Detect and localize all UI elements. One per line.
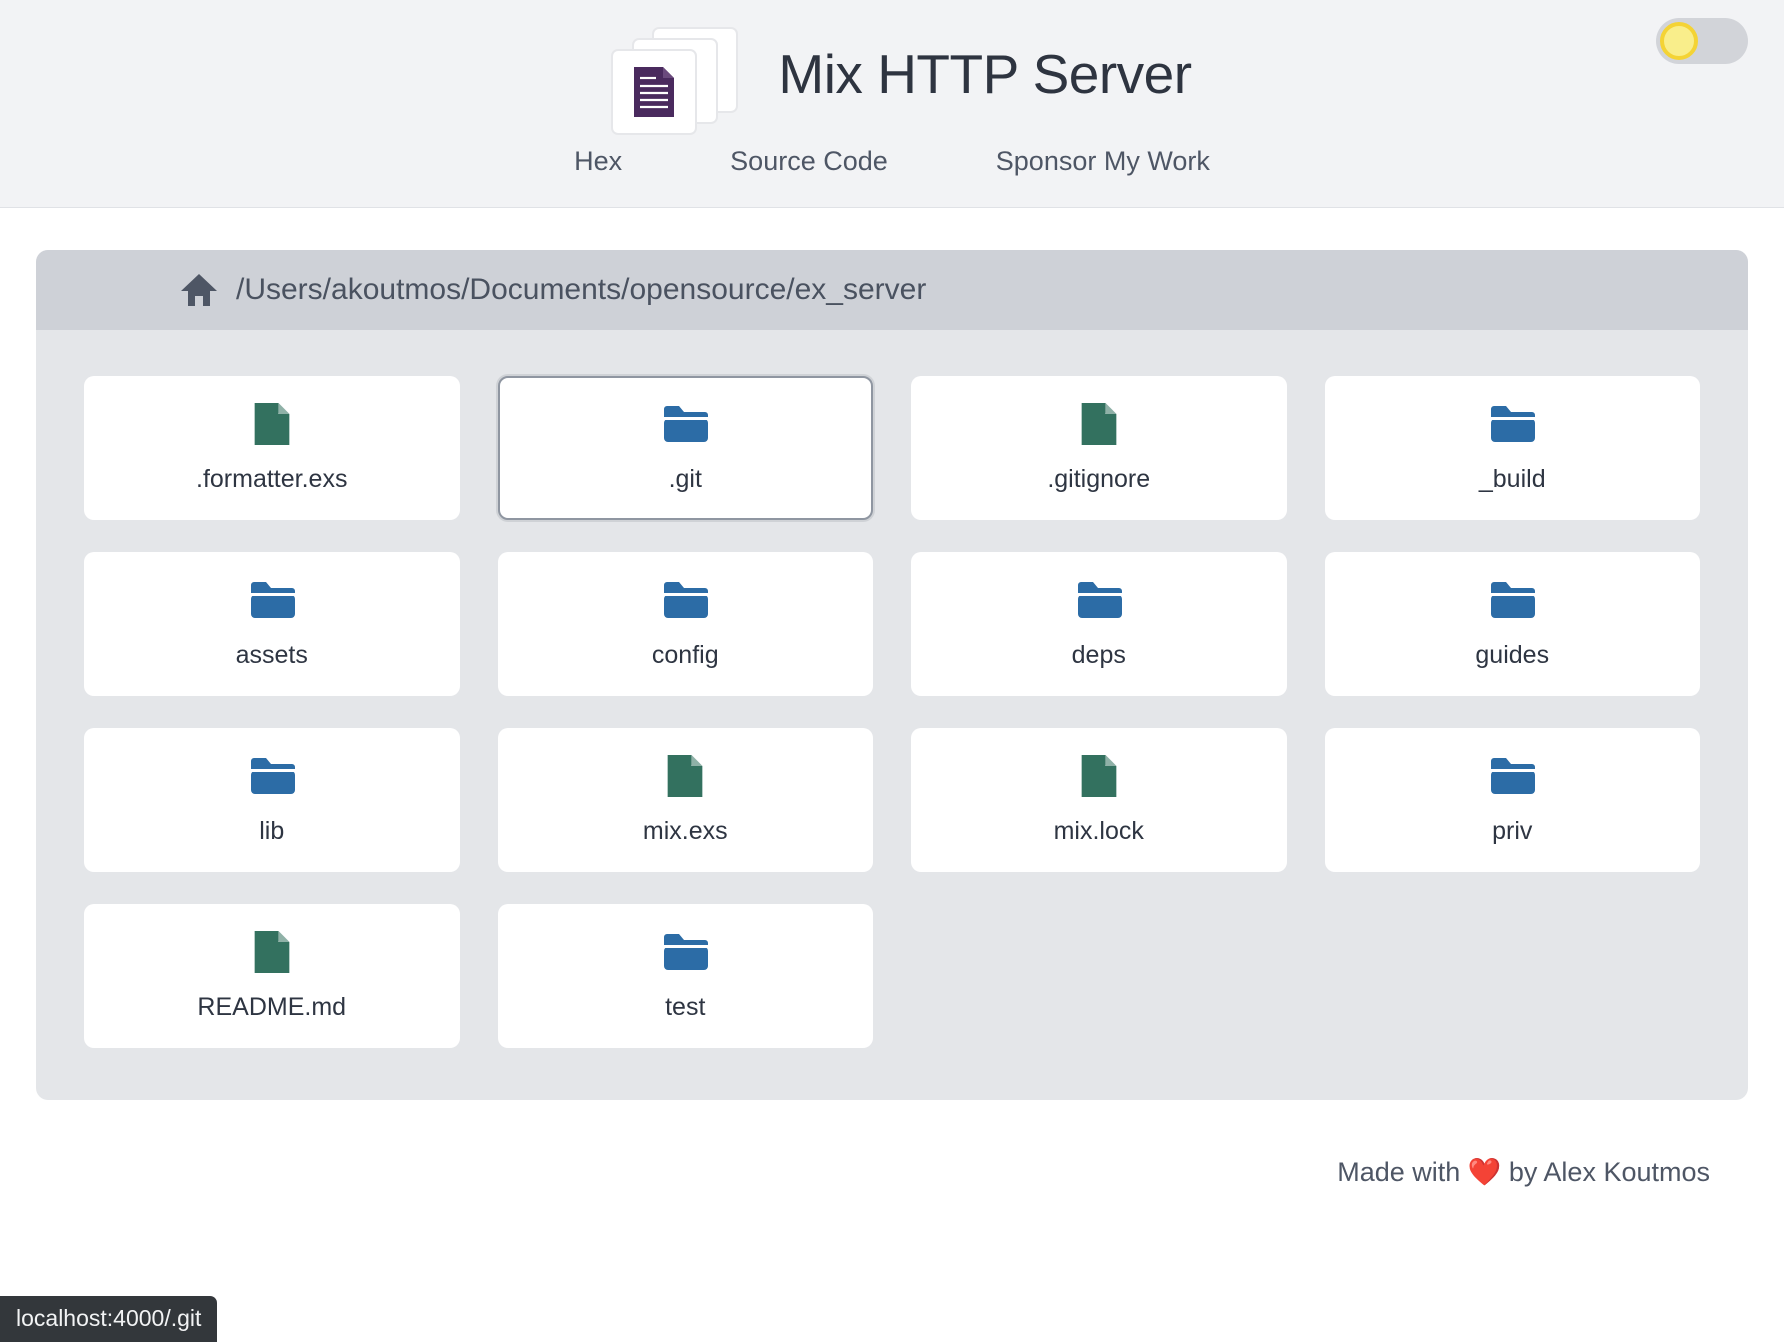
- file-tile-mix-exs[interactable]: mix.exs: [497, 728, 873, 872]
- file-tile-assets[interactable]: assets: [84, 552, 460, 696]
- file-tile-label: README.md: [197, 992, 347, 1021]
- file-tile-label: .gitignore: [1047, 464, 1151, 493]
- file-tile-label: mix.exs: [642, 816, 728, 845]
- nav-link-source-code[interactable]: Source Code: [702, 140, 916, 183]
- file-grid-spacer: [1325, 904, 1701, 1048]
- folder-icon: [664, 933, 709, 970]
- page-title: Mix HTTP Server: [778, 42, 1192, 105]
- file-tile-label: .git: [668, 464, 702, 493]
- breadcrumb-path: /Users/akoutmos/Documents/opensource/ex_…: [236, 273, 927, 306]
- folder-icon: [1491, 757, 1536, 794]
- file-tile-label: mix.lock: [1053, 816, 1144, 845]
- status-bar-url: localhost:4000/.git: [0, 1296, 218, 1342]
- file-grid-spacer: [911, 904, 1287, 1048]
- logo-card-front: [611, 49, 698, 135]
- file-icon: [667, 754, 703, 797]
- document-stack-icon: [592, 21, 752, 135]
- file-tile-guides[interactable]: guides: [1324, 552, 1700, 696]
- folder-icon: [250, 581, 295, 618]
- file-tile-label: lib: [259, 816, 285, 845]
- folder-icon: [664, 581, 709, 618]
- file-tile-label: config: [651, 640, 719, 669]
- file-tile-lib[interactable]: lib: [84, 728, 460, 872]
- heart-icon: ❤️: [1467, 1157, 1502, 1187]
- file-tile-readme-md[interactable]: README.md: [84, 904, 460, 1048]
- file-icon: [1081, 754, 1117, 797]
- file-tile-git[interactable]: .git: [497, 376, 873, 520]
- file-tile-label: deps: [1071, 640, 1126, 669]
- sun-icon: [1660, 22, 1698, 60]
- theme-toggle[interactable]: [1656, 18, 1748, 64]
- footer-suffix: by Alex Koutmos: [1501, 1157, 1710, 1187]
- home-icon[interactable]: [180, 272, 218, 308]
- file-tile-deps[interactable]: deps: [911, 552, 1287, 696]
- file-tile-mix-lock[interactable]: mix.lock: [911, 728, 1287, 872]
- nav-link-sponsor-my-work[interactable]: Sponsor My Work: [968, 140, 1238, 183]
- brand-row: Mix HTTP Server: [0, 18, 1784, 135]
- purple-document-icon: [634, 67, 675, 117]
- main-nav: Hex Source Code Sponsor My Work: [0, 140, 1784, 183]
- folder-icon: [1491, 405, 1536, 442]
- file-tile-priv[interactable]: priv: [1324, 728, 1700, 872]
- footer-prefix: Made with: [1337, 1157, 1468, 1187]
- folder-icon: [664, 405, 709, 442]
- file-tile-label: test: [665, 992, 706, 1021]
- file-tile-config[interactable]: config: [497, 552, 873, 696]
- file-icon: [1081, 402, 1117, 445]
- main-content: /Users/akoutmos/Documents/opensource/ex_…: [0, 208, 1784, 1188]
- file-tile-label: _build: [1478, 464, 1546, 493]
- footer-credit: Made with ❤️ by Alex Koutmos: [1337, 1156, 1710, 1188]
- file-tile-label: assets: [235, 640, 308, 669]
- file-tile-gitignore[interactable]: .gitignore: [911, 376, 1287, 520]
- file-tile-build[interactable]: _build: [1324, 376, 1700, 520]
- file-tile-label: .formatter.exs: [196, 464, 348, 493]
- breadcrumb: /Users/akoutmos/Documents/opensource/ex_…: [36, 250, 1748, 330]
- folder-icon: [250, 757, 295, 794]
- file-grid: .formatter.exs .git .gitignore _build as…: [36, 330, 1748, 1100]
- folder-icon: [1491, 581, 1536, 618]
- file-tile-formatter-exs[interactable]: .formatter.exs: [84, 376, 460, 520]
- file-tile-test[interactable]: test: [497, 904, 873, 1048]
- file-icon: [254, 930, 290, 973]
- file-tile-label: priv: [1492, 816, 1533, 845]
- site-header: Mix HTTP Server Hex Source Code Sponsor …: [0, 0, 1784, 208]
- footer: Made with ❤️ by Alex Koutmos: [36, 1100, 1748, 1188]
- file-explorer-panel: /Users/akoutmos/Documents/opensource/ex_…: [36, 250, 1748, 1100]
- nav-link-hex[interactable]: Hex: [546, 140, 650, 183]
- file-icon: [254, 402, 290, 445]
- folder-icon: [1077, 581, 1122, 618]
- file-tile-label: guides: [1475, 640, 1550, 669]
